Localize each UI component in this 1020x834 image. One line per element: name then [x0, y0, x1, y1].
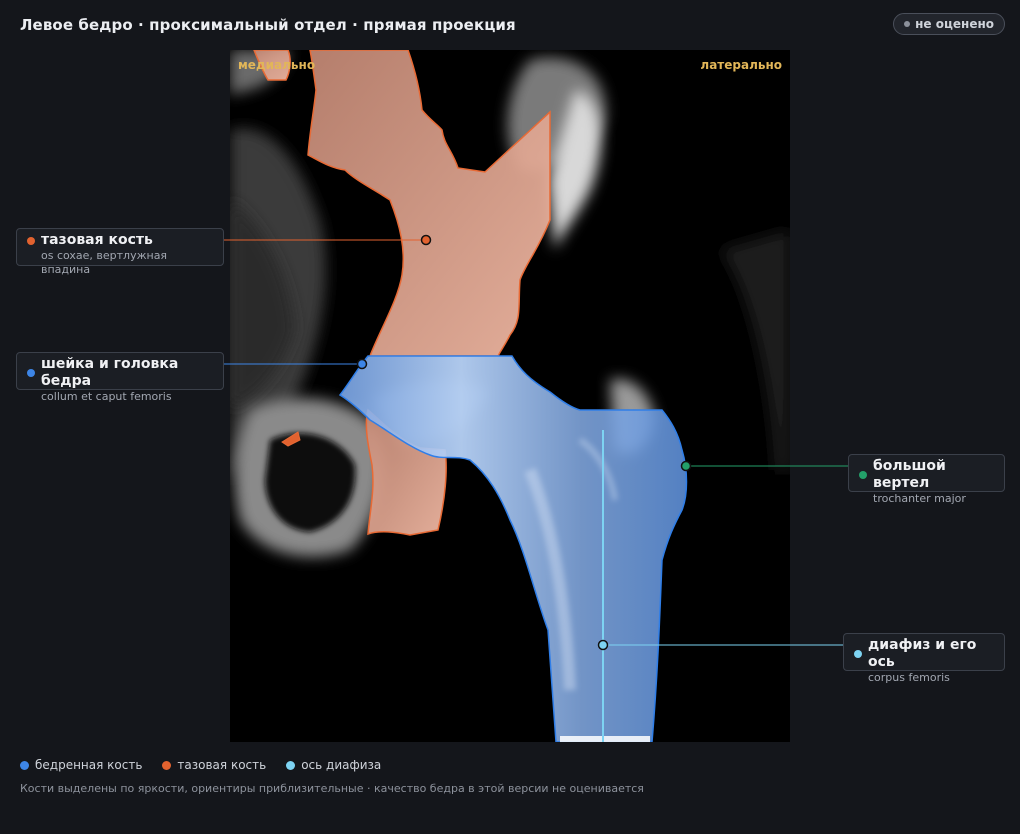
callout-pelvis[interactable]: тазовая кость os coxae, вертлужная впади… — [16, 228, 224, 276]
medial-label: медиально — [238, 58, 316, 72]
axis-legend-dot-icon — [286, 760, 296, 770]
callout-shaft-name: диафиз и его ось — [868, 637, 977, 670]
legend-item-pelvis: тазовая кость — [162, 758, 266, 772]
legend-item-femur: бедренная кость — [20, 758, 142, 772]
callout-neck[interactable]: шейка и головка бедра collum et caput fe… — [16, 352, 224, 403]
femur-cut-edge — [560, 736, 650, 742]
status-badge[interactable]: не оценено — [893, 13, 1005, 35]
legend: бедренная кость тазовая кость ось диафиз… — [20, 758, 381, 772]
femur-mask — [338, 355, 688, 742]
callout-pelvis-latin: os coxae, вертлужная впадина — [41, 249, 168, 276]
callout-neck-name: шейка и головка бедра — [41, 356, 179, 389]
legend-axis-label: ось диафиза — [301, 758, 382, 772]
legend-femur-label: бедренная кость — [35, 758, 143, 772]
callout-trochanter[interactable]: большой вертел trochanter major — [848, 454, 1005, 505]
xray-viewer[interactable]: медиально латерально — [230, 50, 790, 742]
neck-dot-icon — [27, 369, 35, 377]
status-dot-icon — [904, 21, 911, 27]
callout-shaft[interactable]: диафиз и его ось corpus femoris — [843, 633, 1005, 684]
femur-legend-dot-icon — [20, 760, 29, 770]
callout-neck-latin: collum et caput femoris — [41, 390, 172, 403]
callout-pelvis-name: тазовая кость — [41, 232, 153, 248]
legend-item-axis: ось диафиза — [286, 758, 381, 772]
page-title: Левое бедро · проксимальный отдел · прям… — [20, 16, 516, 34]
footnote: Кости выделены по яркости, ориентиры при… — [20, 782, 644, 795]
shaft-dot-icon — [854, 650, 862, 658]
trochanter-dot-icon — [859, 471, 867, 479]
callout-trochanter-name: большой вертел — [873, 458, 946, 491]
pelvis-legend-dot-icon — [162, 760, 172, 770]
xray-image — [230, 50, 790, 742]
legend-pelvis-label: тазовая кость — [177, 758, 267, 772]
pelvis-dot-icon — [27, 236, 35, 245]
lateral-label: латерально — [700, 58, 782, 72]
callout-shaft-latin: corpus femoris — [868, 671, 950, 684]
status-label: не оценено — [915, 17, 994, 31]
callout-trochanter-latin: trochanter major — [873, 492, 966, 505]
